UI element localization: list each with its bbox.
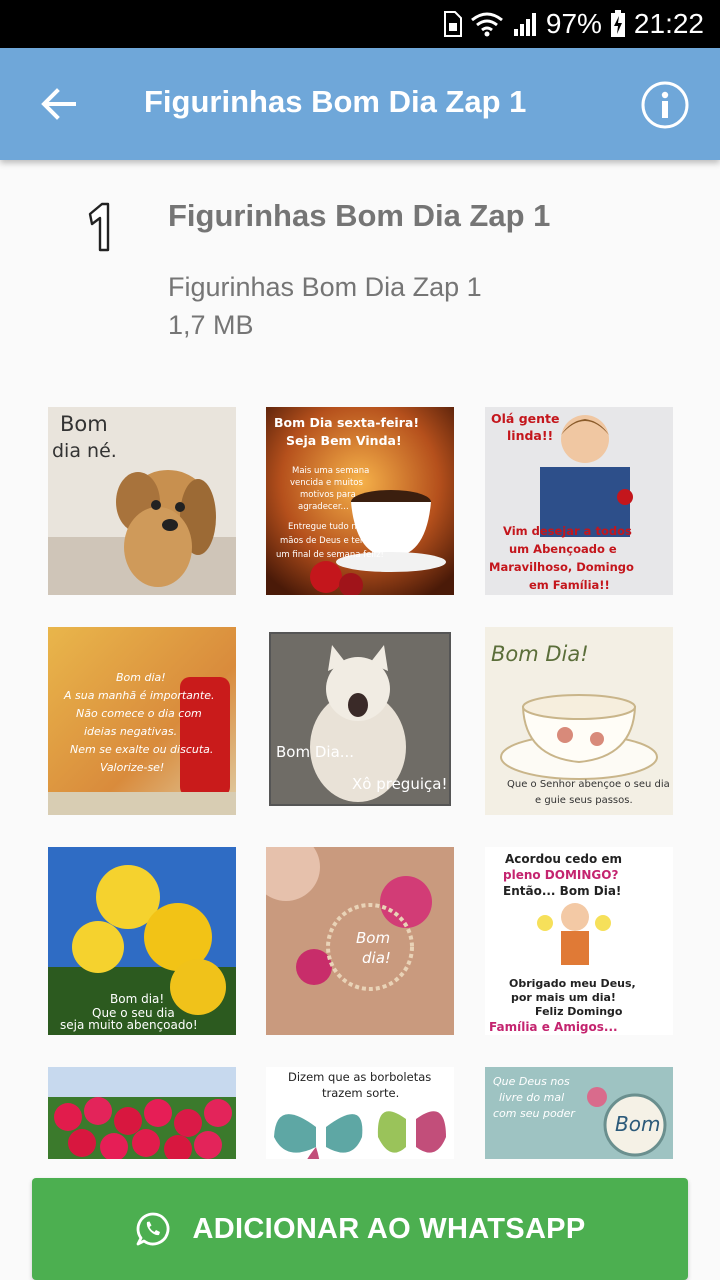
info-button[interactable] [640,80,690,130]
battery-percent: 97% [545,8,602,39]
sticker-text: vencida e muitos [290,478,363,488]
sticker-boy-sunday[interactable]: Olá gente linda!! Vim desejar a todos um… [485,407,673,595]
sticker-text: dia né. [52,440,117,462]
sticker-text: Então... Bom Dia! [503,884,621,898]
app-bar-title: Figurinhas Bom Dia Zap 1 [144,84,527,119]
sticker-text: A sua manhã é importante. [63,689,214,702]
sticker-text: livre do mal [499,1091,564,1104]
sticker-text: Que o Senhor abençoe o seu dia [507,779,670,790]
sticker-cat[interactable]: Bom Dia... Xô preguiça! [266,627,454,815]
sticker-text: Seja Bem Vinda! [286,433,402,448]
sticker-text: Que Deus nos [493,1075,570,1088]
sticker-text: Nem se exalte ou discuta. [70,743,213,756]
sticker-text: um Abençoado e [509,542,617,556]
sticker-text: Xô preguiça! [352,775,447,793]
sticker-butterflies[interactable]: Dizem que as borboletas trazem sorte. [266,1067,454,1159]
sticker-text: Bom [615,1112,660,1136]
sticker-text: Dizem que as borboletas [288,1070,431,1084]
sticker-text: dia! [362,949,391,967]
add-to-whatsapp-button[interactable]: ADICIONAR AO WHATSAPP [32,1178,688,1280]
battery-charging-icon [610,10,626,38]
app-bar: Figurinhas Bom Dia Zap 1 [0,48,720,160]
sticker-text: linda!! [507,428,553,443]
sticker-text: Feliz Domingo [535,1005,623,1018]
whatsapp-icon [136,1212,169,1246]
sticker-text: pleno DOMINGO? [503,868,618,882]
sticker-grid: Bom dia né. Bom Dia sexta-feira! Seja Be… [48,407,674,1159]
sim-icon [442,11,462,37]
sticker-text: Bom Dia! [491,642,589,666]
sticker-text: por mais um dia! [511,991,616,1004]
sticker-text: ideias negativas. [84,725,177,738]
sticker-god-protect[interactable]: Que Deus nos livre do mal com seu poder … [485,1067,673,1159]
pack-publisher: Figurinhas Bom Dia Zap 1 [168,272,482,302]
status-bar: 97% 21:22 [0,0,720,48]
sticker-text: Bom Dia sexta-feira! [274,415,419,430]
sticker-text: Bom [60,412,108,436]
sticker-text: Bom dia! [116,671,166,684]
add-to-whatsapp-label: ADICIONAR AO WHATSAPP [192,1212,586,1245]
sticker-text: Acordou cedo em [505,852,622,866]
sticker-text: Vim desejar a todos [503,524,632,538]
sticker-text: trazem sorte. [322,1086,399,1100]
sticker-text: mãos de Deus e tenha [280,536,376,546]
sticker-teacup[interactable]: Bom Dia! Que o Senhor abençoe o seu dia … [485,627,673,815]
sticker-text: Maravilhoso, Domingo [489,560,634,574]
signal-icon [512,11,538,37]
sticker-text: com seu poder [493,1107,576,1120]
pack-size: 1,7 MB [168,310,254,340]
sticker-text: Não comece o dia com [76,707,202,720]
sticker-text: Mais uma semana [292,466,369,476]
sticker-text: um final de semana feliz! [276,550,384,560]
sticker-text: Olá gente [491,411,559,426]
sticker-red-flowers[interactable] [48,1067,236,1159]
info-icon [641,81,689,129]
sticker-text: Bom dia! [110,992,164,1006]
sticker-text: Obrigado meu Deus, [509,977,636,990]
wifi-icon [470,11,504,37]
sticker-text: Valorize-se! [100,761,164,774]
sticker-morning-advice[interactable]: Bom dia! A sua manhã é importante. Não c… [48,627,236,815]
sticker-text: Bom Dia... [276,743,354,761]
pack-name: Figurinhas Bom Dia Zap 1 [168,198,551,233]
pack-header: Figurinhas Bom Dia Zap 1 Figurinhas Bom … [0,160,720,390]
sticker-text: Bom [356,929,390,947]
sticker-text: motivos para [300,490,356,500]
sticker-text: Entregue tudo nas [288,522,367,532]
sticker-coffee[interactable]: Bom Dia sexta-feira! Seja Bem Vinda! Mai… [266,407,454,595]
sticker-sunday-family[interactable]: Acordou cedo em pleno DOMINGO? Então... … [485,847,673,1035]
sticker-text: e guie seus passos. [535,795,633,806]
sticker-pink-roses[interactable]: Bom dia! [266,847,454,1035]
sticker-text: seja muito abençoado! [60,1018,198,1032]
clock: 21:22 [633,8,704,39]
sticker-text: em Família!! [529,578,610,592]
sticker-text: Família e Amigos... [489,1020,618,1034]
tray-icon [88,202,110,252]
sticker-text: agradecer... [298,502,349,512]
back-button[interactable] [32,78,84,130]
sticker-puppy[interactable]: Bom dia né. [48,407,236,595]
arrow-left-icon [41,88,76,120]
sticker-yellow-roses[interactable]: Bom dia! Que o seu dia seja muito abenço… [48,847,236,1035]
